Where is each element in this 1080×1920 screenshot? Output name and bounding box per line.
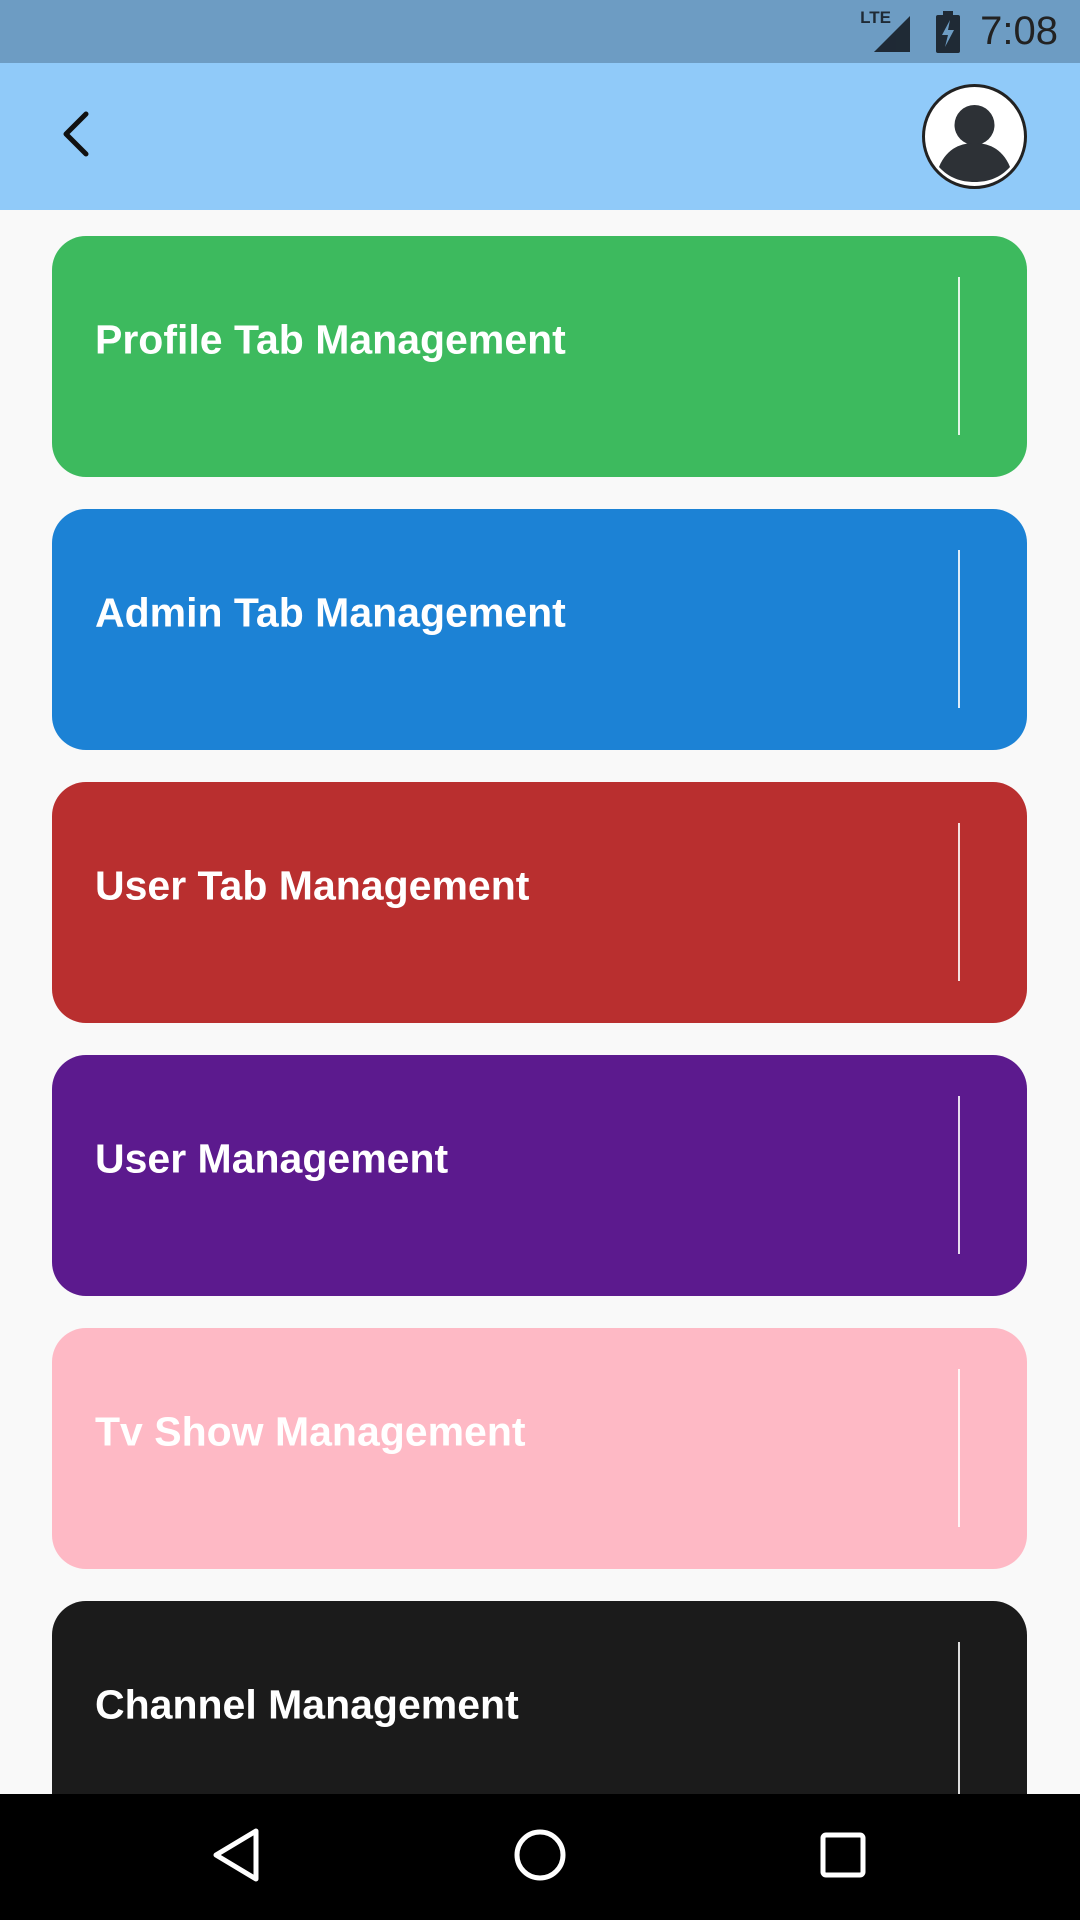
card-admin-tab-management[interactable]: Admin Tab Management: [52, 509, 1027, 750]
back-button[interactable]: [40, 100, 112, 172]
network-label: LTE: [860, 7, 891, 27]
card-label: Channel Management: [95, 1681, 519, 1728]
card-label: Profile Tab Management: [95, 316, 566, 363]
chevron-left-icon: [56, 106, 96, 167]
card-profile-tab-management[interactable]: Profile Tab Management: [52, 236, 1027, 477]
card-user-management[interactable]: User Management: [52, 1055, 1027, 1296]
card-user-tab-management[interactable]: User Tab Management: [52, 782, 1027, 1023]
back-triangle-icon: [210, 1827, 264, 1888]
management-card-list: Profile Tab Management Admin Tab Manageme…: [0, 210, 1080, 1794]
battery-charging-icon: [934, 10, 962, 53]
nav-recents-button[interactable]: [810, 1824, 876, 1890]
recents-square-icon: [818, 1830, 868, 1885]
account-circle-icon: [925, 87, 1024, 186]
card-divider: [958, 277, 960, 435]
card-label: User Management: [95, 1135, 449, 1182]
avatar-button[interactable]: [922, 84, 1027, 189]
card-divider: [958, 1642, 960, 1794]
card-channel-management[interactable]: Channel Management: [52, 1601, 1027, 1794]
nav-back-button[interactable]: [204, 1824, 270, 1890]
card-label: User Tab Management: [95, 862, 530, 909]
nav-home-button[interactable]: [507, 1824, 573, 1890]
card-label: Admin Tab Management: [95, 589, 566, 636]
card-tv-show-management[interactable]: Tv Show Management: [52, 1328, 1027, 1569]
card-divider: [958, 823, 960, 981]
home-circle-icon: [512, 1827, 568, 1888]
status-bar: LTE 7:08: [0, 0, 1080, 63]
lte-signal-icon: LTE: [860, 8, 916, 52]
status-time: 7:08: [980, 9, 1058, 53]
navigation-bar: [0, 1794, 1080, 1920]
card-divider: [958, 1369, 960, 1527]
card-divider: [958, 1096, 960, 1254]
card-label: Tv Show Management: [95, 1408, 526, 1455]
card-divider: [958, 550, 960, 708]
app-bar: [0, 63, 1080, 210]
